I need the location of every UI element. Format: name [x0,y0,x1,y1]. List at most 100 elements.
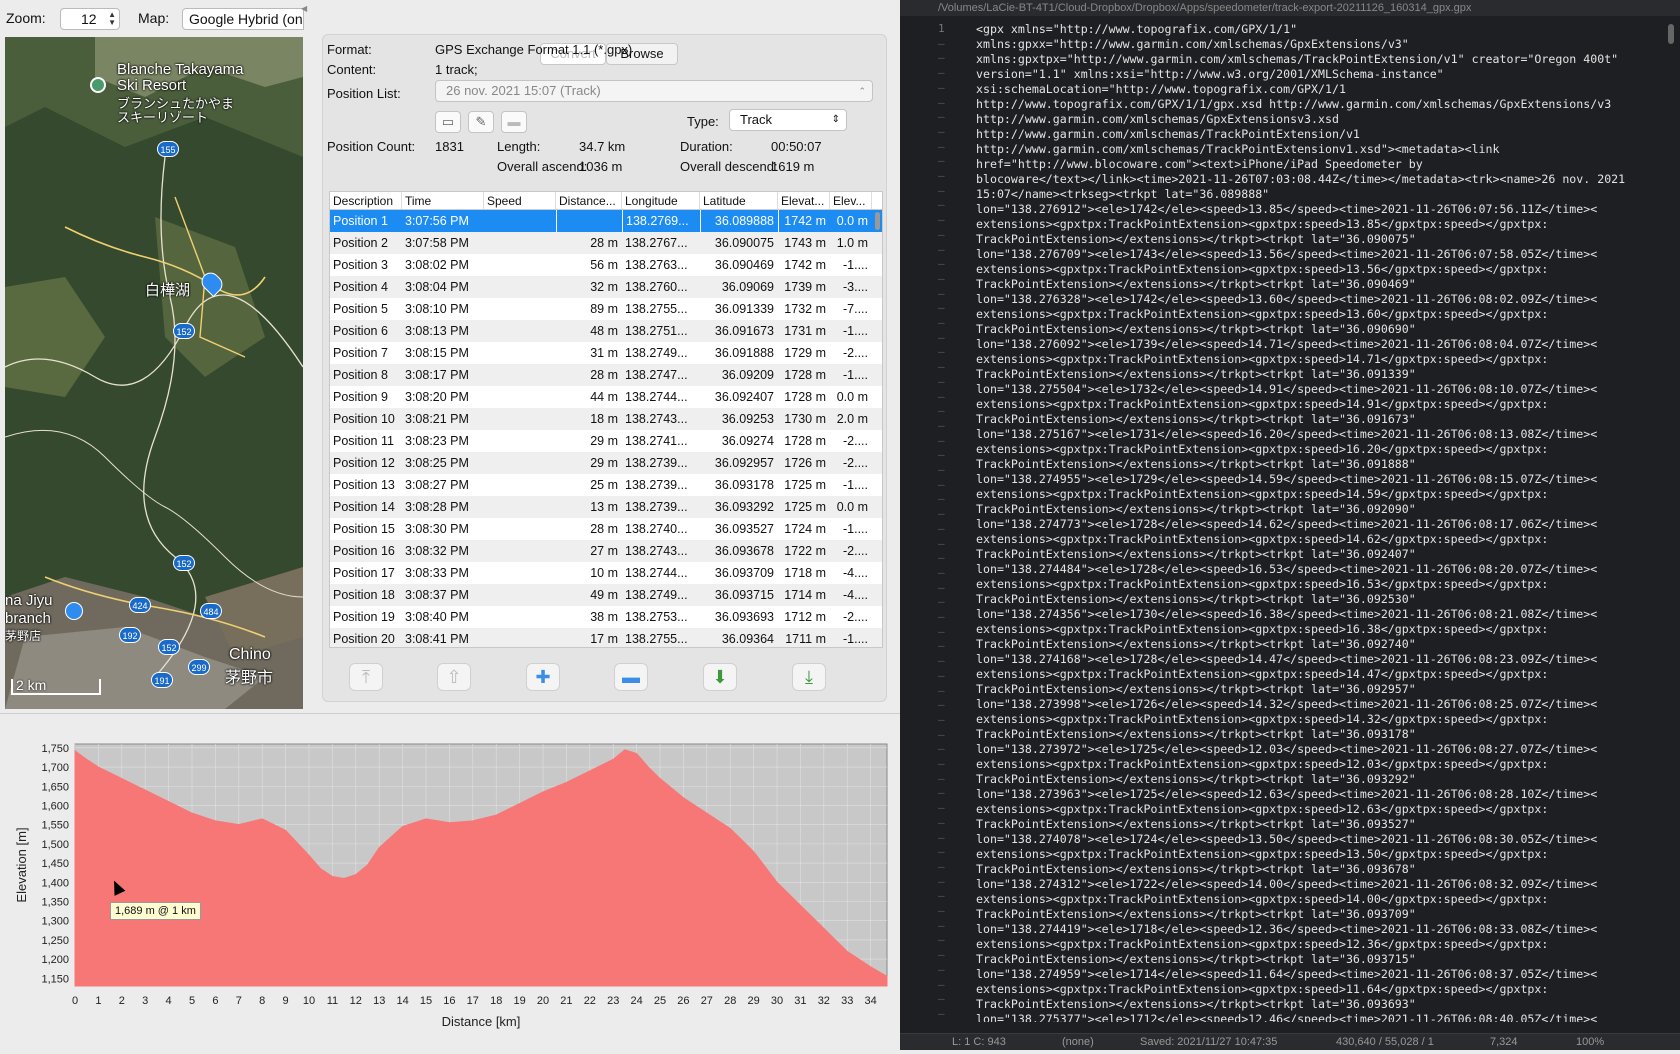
table-row[interactable]: Position 11 3:08:23 PM 29 m 138.2741... 36.0… [330,430,882,452]
table-cell [484,474,556,496]
table-row[interactable]: Position 13 3:08:27 PM 25 m 138.2739... 36.0… [330,474,882,496]
table-row[interactable]: Position 10 3:08:21 PM 18 m 138.2743... 36.0… [330,408,882,430]
table-cell: Position 9 [333,390,388,404]
table-row[interactable]: Position 2 3:07:58 PM 28 m 138.2767... 36.09… [330,232,882,254]
table-row[interactable]: Position 7 3:08:15 PM 31 m 138.2749... 36.09… [330,342,882,364]
map-type-select[interactable]: Google Hybrid (on [182,8,304,30]
route-shield: 192 [119,627,141,643]
route-shield: 191 [151,672,173,688]
column-header[interactable]: Speed [484,192,556,209]
delete-list-icon[interactable]: ▬ [501,111,527,133]
table-cell: Position 16 [333,544,395,558]
fold-marker: – [938,977,945,991]
map-view[interactable]: Blanche Takayama Ski Resort ブランシュたかやま スキ… [5,37,303,709]
fold-marker: – [938,418,945,432]
table-row[interactable]: Position 12 3:08:25 PM 29 m 138.2739... 36.0… [330,452,882,474]
edit-list-icon[interactable]: ✎ [468,111,494,133]
fold-marker: – [938,859,945,873]
x-tick-label: 5 [189,995,195,1007]
fold-marker: – [938,757,945,770]
fold-marker: – [938,727,945,741]
code-line: lon="138.275167"><ele>1731</ele><speed>1… [976,427,1598,441]
table-cell: -1.... [842,368,868,382]
x-tick-label: 7 [236,995,242,1007]
fold-marker: – [938,360,945,374]
code-line: TrackPointExtension></extensions></trkpt… [976,682,1416,696]
location-pin-icon[interactable] [90,77,106,93]
table-row[interactable]: Position 19 3:08:40 PM 38 m 138.2753... 36.0… [330,606,882,628]
new-list-icon[interactable]: ▭ [435,111,461,133]
stepper-arrows-icon[interactable]: ▲ ▼ [108,11,116,27]
fold-marker: – [938,933,945,947]
table-row[interactable]: Position 3 3:08:02 PM 56 m 138.2763... 36.09… [330,254,882,276]
type-select[interactable]: Track ⇕ [729,109,847,131]
x-tick-label: 0 [72,995,78,1007]
column-header[interactable]: Longitude [622,192,700,209]
fold-marker: – [938,801,945,815]
positions-table[interactable]: Description Time Speed Distance... Longi… [329,191,883,648]
table-cell: 138.2739... [625,456,688,470]
zoom-stepper[interactable]: 12 ▲ ▼ [60,8,120,30]
table-cell [484,628,556,647]
move-to-bottom-icon[interactable]: ⤓ [792,663,826,691]
column-header[interactable]: Description [330,192,402,209]
table-cell: 1711 m [785,632,826,646]
table-row[interactable]: Position 15 3:08:30 PM 28 m 138.2740... 36.0… [330,518,882,540]
table-cell: 25 m [590,478,618,492]
table-row[interactable]: Position 16 3:08:32 PM 27 m 138.2743... 36.0… [330,540,882,562]
fold-marker: – [938,404,945,418]
table-cell [484,320,556,342]
x-tick-label: 19 [513,995,525,1007]
code-line: TrackPointExtension></extensions></trkpt… [976,727,1416,741]
zoom-level[interactable]: 100% [1576,1034,1604,1051]
table-cell: 1730 m [784,412,826,426]
table-header: Description Time Speed Distance... Longi… [330,192,882,210]
table-row[interactable]: Position 20 3:08:41 PM 17 m 138.2755... 36.0… [330,628,882,647]
move-up-icon[interactable]: ⇧ [437,663,471,691]
code-line: extensions><gpxtpx:TrackPointExtension><… [976,532,1549,546]
code-line: extensions><gpxtpx:TrackPointExtension><… [976,667,1549,681]
table-cell: 3:08:27 PM [405,478,469,492]
table-cell [484,452,556,474]
column-header[interactable]: Elev... [830,192,872,209]
shopping-icon[interactable] [65,602,83,620]
cursor-position[interactable]: L: 1 C: 943 [952,1034,1006,1051]
column-header[interactable]: Latitude [700,192,778,209]
add-position-icon[interactable]: ✚ [526,663,560,691]
table-row[interactable]: Position 8 3:08:17 PM 28 m 138.2747... 36.09… [330,364,882,386]
fold-marker: – [938,213,945,227]
move-to-top-icon[interactable]: ⤒ [349,663,383,691]
code-view[interactable]: <gpx xmlns="http://www.topografix.com/GP… [976,22,1676,1022]
table-cell: 3:08:28 PM [405,500,469,514]
duration-value: 00:50:07 [771,139,822,154]
elevation-chart[interactable]: 1,150 1,200 1,250 1,300 1,350 1,400 1,450 1,500… [0,714,900,1051]
column-header[interactable]: Time [402,192,484,209]
editor-scrollbar[interactable] [1668,24,1674,44]
duration-label: Duration: [680,139,733,154]
table-cell: 1743 m [784,236,826,250]
table-row[interactable]: Position 18 3:08:37 PM 49 m 138.2749... 36.0… [330,584,882,606]
table-cell: -2.... [842,456,868,470]
remove-position-icon[interactable]: ▬ [614,663,648,691]
column-header[interactable]: Elevat... [778,192,830,209]
table-row[interactable]: Position 5 3:08:10 PM 89 m 138.2755... 36.09… [330,298,882,320]
table-cell: 1742 m [778,210,830,232]
code-line: extensions><gpxtpx:TrackPointExtension><… [976,262,1549,276]
fold-marker: – [938,962,945,976]
table-cell: Position 2 [333,236,388,250]
table-row[interactable]: Position 14 3:08:28 PM 13 m 138.2739... 36.0… [330,496,882,518]
move-down-icon[interactable]: ⬇ [703,663,737,691]
collapse-arrow-icon[interactable]: ◀ [301,4,307,13]
position-list-select[interactable]: 26 nov. 2021 15:07 (Track) ⌃ [435,80,873,102]
syntax-mode[interactable]: (none) [1062,1034,1094,1051]
table-row[interactable]: Position 6 3:08:13 PM 48 m 138.2751... 36.09… [330,320,882,342]
table-row[interactable]: Position 17 3:08:33 PM 10 m 138.2744... 36.0… [330,562,882,584]
table-row[interactable]: Position 4 3:08:04 PM 32 m 138.2760... 36.09… [330,276,882,298]
x-tick-label: 10 [303,995,315,1007]
table-scrollbar[interactable] [875,212,880,230]
code-line: extensions><gpxtpx:TrackPointExtension><… [976,577,1549,591]
table-row[interactable]: Position 1 3:07:56 PM 138.2769... 36.089888… [330,210,882,232]
column-header[interactable]: Distance... [556,192,622,209]
file-path[interactable]: /Volumes/LaCie-BT-4T1/Cloud-Dropbox/Drop… [938,2,1471,14]
table-row[interactable]: Position 9 3:08:20 PM 44 m 138.2744... 36.09… [330,386,882,408]
